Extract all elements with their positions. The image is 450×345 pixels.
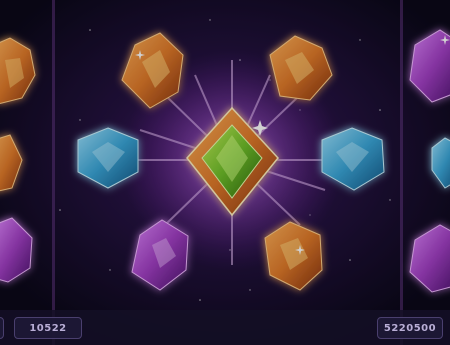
game-board [0, 0, 450, 345]
balance-value: 5220500 [383, 322, 437, 334]
hud-left-panel [0, 317, 4, 339]
bet-display: 10522 [14, 317, 82, 339]
balance-display: 5220500 [377, 317, 443, 339]
dim-overlay [0, 0, 450, 345]
bet-value: 10522 [29, 322, 67, 334]
